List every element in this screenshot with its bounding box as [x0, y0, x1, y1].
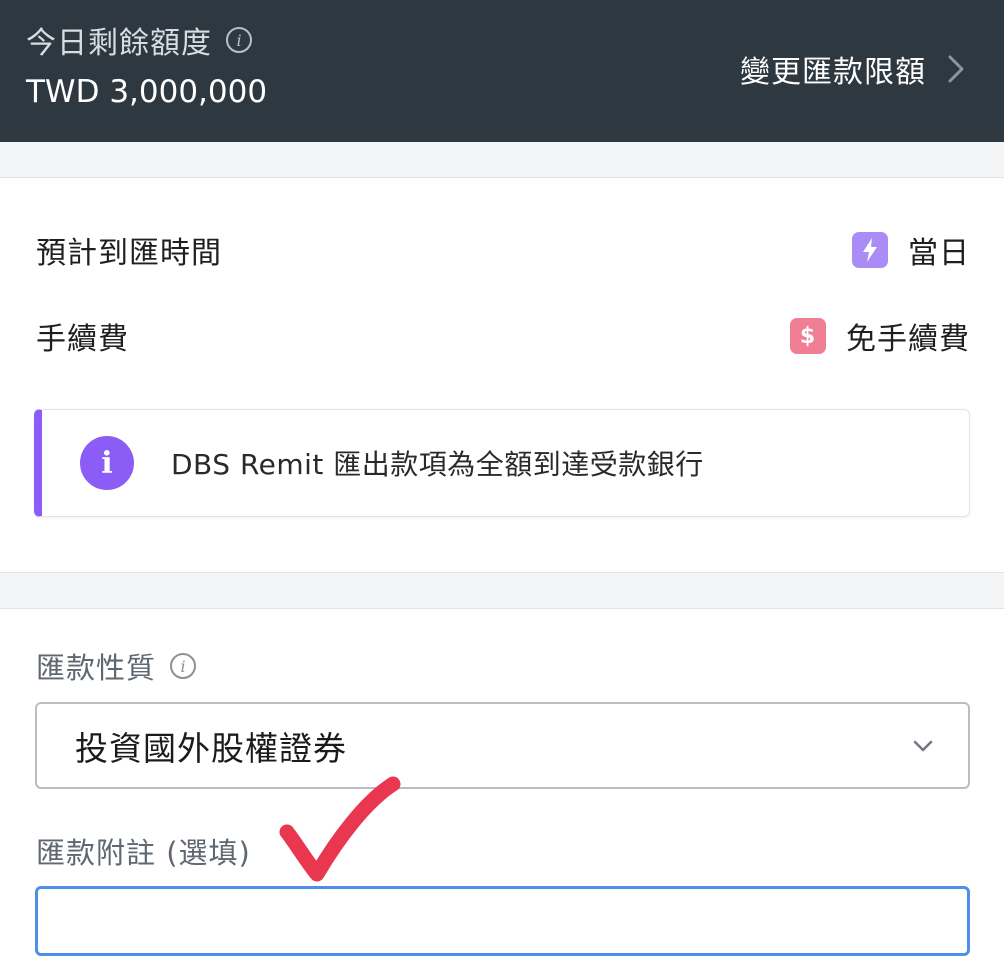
info-icon[interactable]: i — [226, 27, 252, 53]
full-amount-notice: i DBS Remit 匯出款項為全額到達受款銀行 — [34, 409, 970, 517]
remark-label: 匯款附註 (選填) — [36, 836, 251, 870]
notice-text: DBS Remit 匯出款項為全額到達受款銀行 — [171, 448, 704, 481]
dollar-icon: $ — [790, 318, 826, 354]
purpose-label-row: 匯款性質 i — [36, 645, 197, 687]
fee-value: $ 免手續費 — [790, 314, 970, 358]
checkmark-icon — [279, 776, 401, 882]
section-divider — [0, 572, 1004, 609]
arrival-time-text: 當日 — [908, 236, 970, 271]
info-icon[interactable]: i — [170, 653, 197, 679]
change-limit-label: 變更匯款限額 — [740, 55, 926, 90]
chevron-right-icon — [948, 55, 964, 83]
quota-header: 今日剩餘額度 i TWD 3,000,000 變更匯款限額 — [0, 0, 1004, 142]
quota-label-row: 今日剩餘額度 i — [26, 18, 252, 62]
fee-row: 手續費 $ 免手續費 — [36, 314, 970, 358]
purpose-label: 匯款性質 — [36, 651, 157, 685]
info-icon: i — [80, 436, 134, 490]
lightning-icon — [852, 232, 888, 268]
chevron-down-icon — [913, 740, 933, 751]
fee-label: 手續費 — [36, 322, 129, 357]
purpose-selected-value: 投資國外股權證券 — [75, 728, 347, 768]
arrival-time-row: 預計到匯時間 當日 — [36, 228, 970, 272]
section-divider — [0, 142, 1004, 178]
arrival-time-label: 預計到匯時間 — [36, 236, 222, 271]
remark-input[interactable] — [35, 886, 970, 956]
change-limit-link[interactable]: 變更匯款限額 — [740, 47, 968, 91]
purpose-select[interactable]: 投資國外股權證券 — [35, 702, 970, 789]
fee-text: 免手續費 — [846, 322, 970, 357]
quota-label: 今日剩餘額度 — [26, 26, 212, 61]
arrival-time-value: 當日 — [852, 228, 970, 272]
quota-amount: TWD 3,000,000 — [26, 74, 268, 110]
remark-label-row: 匯款附註 (選填) — [36, 830, 251, 872]
